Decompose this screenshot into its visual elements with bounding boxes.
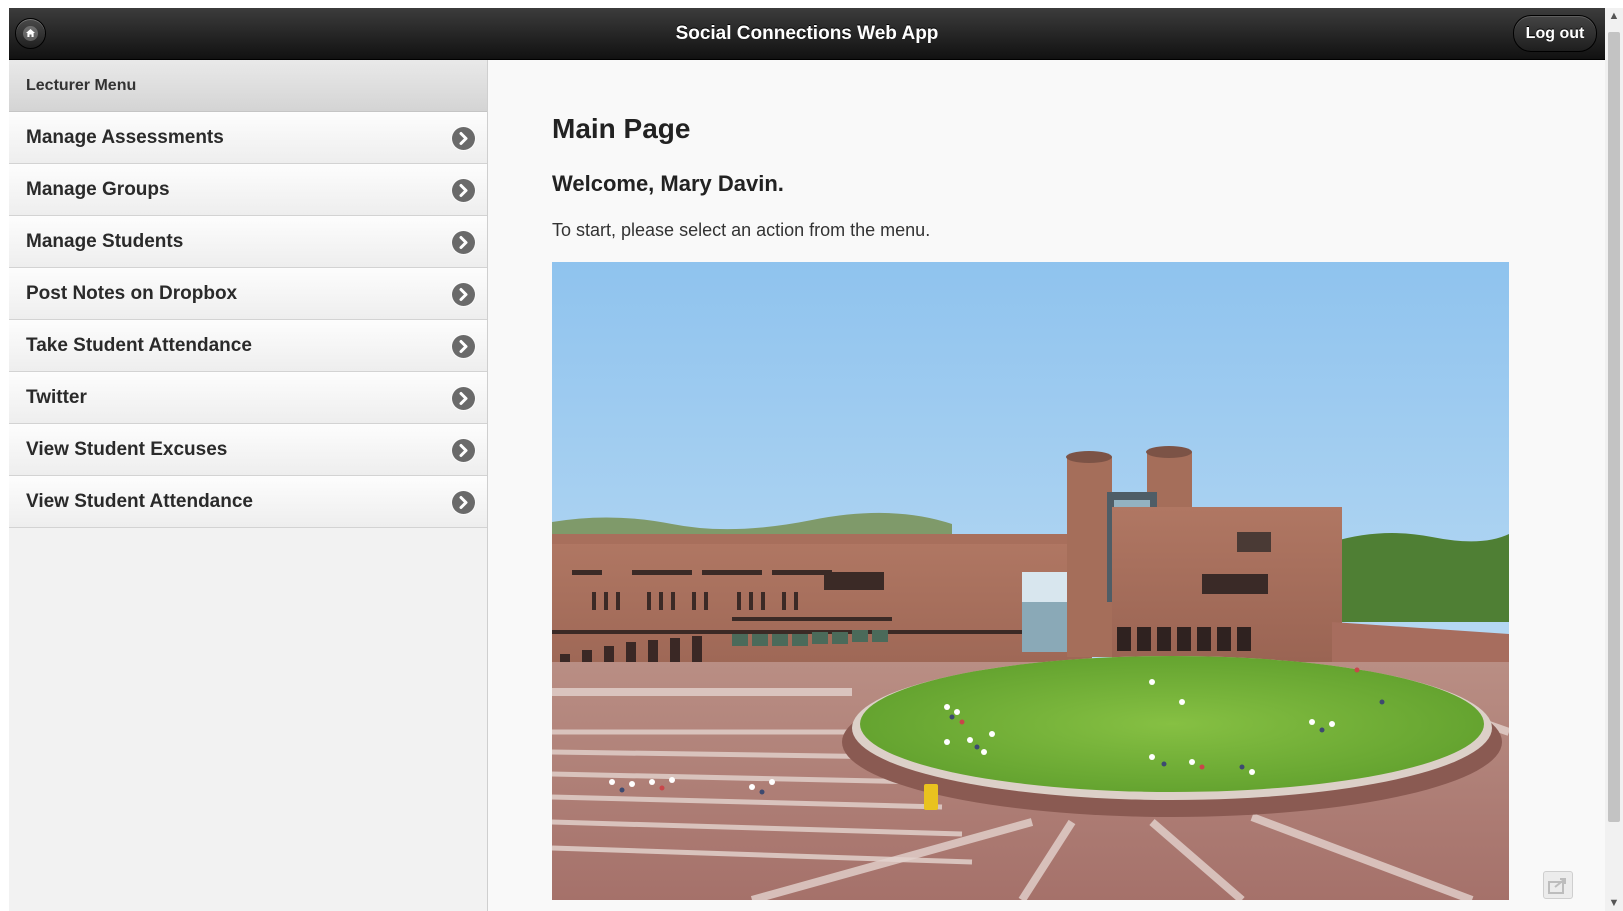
menu-item-label: Post Notes on Dropbox [26, 283, 238, 304]
chevron-right-circle-icon [452, 127, 475, 150]
menu-item-manage-groups[interactable]: Manage Groups [9, 164, 487, 216]
menu-item-label: View Student Excuses [26, 439, 228, 460]
menu-item-post-notes-on-dropbox[interactable]: Post Notes on Dropbox [9, 268, 487, 320]
scroll-thumb[interactable] [1608, 32, 1620, 822]
instructions-text: To start, please select an action from t… [552, 220, 931, 240]
menu-item-take-student-attendance[interactable]: Take Student Attendance [9, 320, 487, 372]
app-window: Social Connections Web App Log out Lectu… [9, 8, 1605, 911]
menu-item-view-student-excuses[interactable]: View Student Excuses [9, 424, 487, 476]
scroll-down-arrow-icon[interactable]: ▼ [1605, 895, 1623, 911]
share-icon[interactable] [1543, 871, 1573, 899]
logout-button[interactable]: Log out [1513, 15, 1597, 52]
menu-item-manage-students[interactable]: Manage Students [9, 216, 487, 268]
scroll-up-arrow-icon[interactable]: ▲ [1605, 8, 1623, 24]
lecturer-menu: Lecturer Menu Manage Assessments Manage … [9, 60, 488, 911]
chevron-right-circle-icon [452, 491, 475, 514]
welcome-message: Welcome, Mary Davin. [552, 171, 784, 196]
menu-item-label: Manage Assessments [26, 127, 224, 148]
header-bar: Social Connections Web App Log out [9, 8, 1605, 60]
chevron-right-circle-icon [452, 179, 475, 202]
menu-list: Manage Assessments Manage Groups Manage … [9, 112, 487, 528]
menu-item-label: Manage Groups [26, 179, 170, 200]
menu-item-label: Twitter [26, 387, 87, 408]
main-content: Main Page Welcome, Mary Davin. To start,… [488, 60, 1605, 911]
app-title: Social Connections Web App [675, 23, 939, 44]
menu-item-view-student-attendance[interactable]: View Student Attendance [9, 476, 487, 528]
chevron-right-circle-icon [452, 439, 475, 462]
menu-item-twitter[interactable]: Twitter [9, 372, 487, 424]
page-title: Main Page [552, 113, 691, 144]
vertical-scrollbar[interactable]: ▲ ▼ [1605, 8, 1623, 911]
menu-heading: Lecturer Menu [9, 60, 487, 112]
menu-item-manage-assessments[interactable]: Manage Assessments [9, 112, 487, 164]
menu-item-label: Take Student Attendance [26, 335, 252, 356]
campus-photo [552, 262, 1509, 900]
chevron-right-circle-icon [452, 387, 475, 410]
chevron-right-circle-icon [452, 283, 475, 306]
menu-item-label: View Student Attendance [26, 491, 253, 512]
chevron-right-circle-icon [452, 231, 475, 254]
menu-item-label: Manage Students [26, 231, 184, 252]
chevron-right-circle-icon [452, 335, 475, 358]
